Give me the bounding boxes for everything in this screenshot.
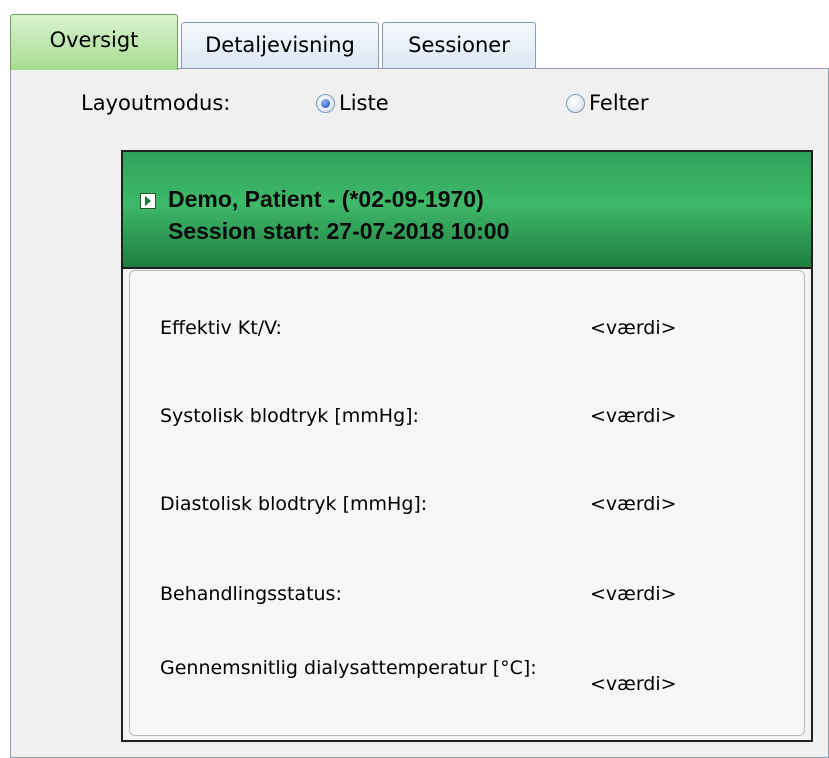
layout-mode-label: Layoutmodus: — [81, 91, 231, 115]
patient-card: Demo, Patient - (*02-09-1970) Session st… — [121, 150, 813, 742]
tab-oversigt-label: Oversigt — [49, 28, 139, 52]
row-label-treatment-status: Behandlingsstatus: — [160, 583, 342, 605]
row-label-systolic: Systolisk blodtryk [mmHg]: — [160, 405, 419, 427]
patient-card-header[interactable]: Demo, Patient - (*02-09-1970) Session st… — [123, 152, 811, 269]
row-value-diastolic: <værdi> — [590, 493, 677, 515]
row-value-systolic: <værdi> — [590, 405, 677, 427]
tab-sessioner-label: Sessioner — [408, 33, 510, 57]
row-value-dialysate-temp: <værdi> — [590, 673, 677, 695]
row-label-dialysate-temp: Gennemsnitlig dialysattemperatur [°C]: — [160, 657, 537, 679]
tab-bar: Oversigt Detaljevisning Sessioner — [0, 0, 829, 70]
row-label-diastolic: Diastolisk blodtryk [mmHg]: — [160, 493, 428, 515]
radio-selected-dot — [321, 99, 330, 108]
radio-liste-label[interactable]: Liste — [339, 91, 389, 115]
row-value-treatment-status: <værdi> — [590, 583, 677, 605]
tab-sessioner[interactable]: Sessioner — [382, 22, 536, 68]
tab-detaljevisning-label: Detaljevisning — [205, 33, 355, 57]
row-value-kt-v: <værdi> — [590, 317, 677, 339]
session-start: Session start: 27-07-2018 10:00 — [168, 218, 510, 244]
row-label-kt-v: Effektiv Kt/V: — [160, 317, 282, 339]
tab-oversigt[interactable]: Oversigt — [10, 14, 178, 70]
radio-felter-label[interactable]: Felter — [589, 91, 648, 115]
patient-card-body: Effektiv Kt/V: <værdi> Systolisk blodtry… — [129, 270, 805, 736]
radio-liste[interactable] — [316, 94, 335, 113]
expand-arrow-icon[interactable] — [140, 193, 156, 209]
tab-detaljevisning[interactable]: Detaljevisning — [181, 22, 379, 68]
radio-felter[interactable] — [566, 94, 585, 113]
patient-name: Demo, Patient - (*02-09-1970) — [168, 186, 484, 212]
